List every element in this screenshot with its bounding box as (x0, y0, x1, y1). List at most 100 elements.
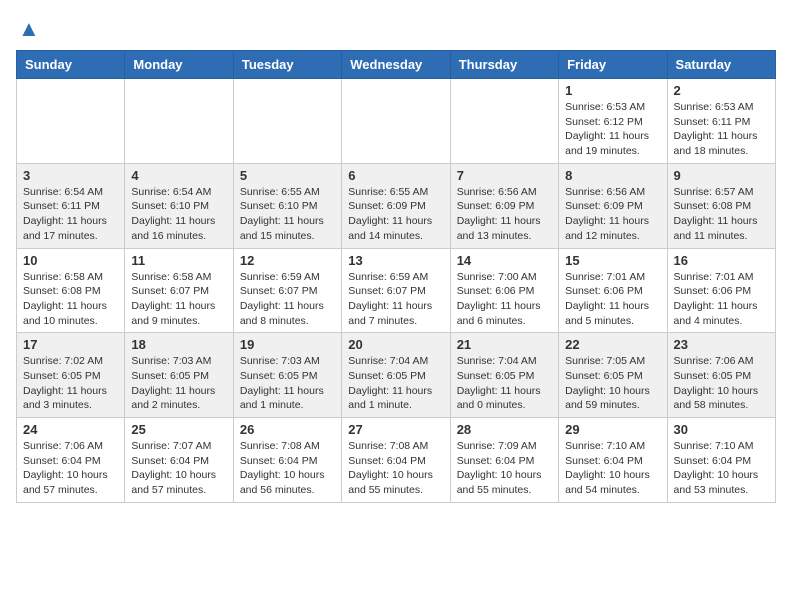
day-header-saturday: Saturday (667, 51, 775, 79)
day-info: Sunrise: 7:04 AMSunset: 6:05 PMDaylight:… (348, 354, 443, 413)
day-info: Sunrise: 7:10 AMSunset: 6:04 PMDaylight:… (674, 439, 769, 498)
day-info: Sunrise: 6:56 AMSunset: 6:09 PMDaylight:… (457, 185, 552, 244)
day-number: 15 (565, 253, 660, 268)
day-number: 22 (565, 337, 660, 352)
day-number: 29 (565, 422, 660, 437)
calendar-table: SundayMondayTuesdayWednesdayThursdayFrid… (16, 50, 776, 503)
calendar-cell: 4 Sunrise: 6:54 AMSunset: 6:10 PMDaylight… (125, 163, 233, 248)
calendar-cell: 27 Sunrise: 7:08 AMSunset: 6:04 PMDayligh… (342, 418, 450, 503)
calendar-cell: 8 Sunrise: 6:56 AMSunset: 6:09 PMDaylight… (559, 163, 667, 248)
calendar-header-row: SundayMondayTuesdayWednesdayThursdayFrid… (17, 51, 776, 79)
day-info: Sunrise: 7:09 AMSunset: 6:04 PMDaylight:… (457, 439, 552, 498)
day-number: 6 (348, 168, 443, 183)
logo: ▲ (16, 16, 40, 42)
day-number: 17 (23, 337, 118, 352)
day-number: 18 (131, 337, 226, 352)
day-info: Sunrise: 7:07 AMSunset: 6:04 PMDaylight:… (131, 439, 226, 498)
day-info: Sunrise: 7:08 AMSunset: 6:04 PMDaylight:… (348, 439, 443, 498)
day-info: Sunrise: 7:08 AMSunset: 6:04 PMDaylight:… (240, 439, 335, 498)
day-number: 24 (23, 422, 118, 437)
day-number: 28 (457, 422, 552, 437)
calendar-cell: 30 Sunrise: 7:10 AMSunset: 6:04 PMDayligh… (667, 418, 775, 503)
day-number: 16 (674, 253, 769, 268)
day-info: Sunrise: 6:58 AMSunset: 6:07 PMDaylight:… (131, 270, 226, 329)
calendar-cell: 2 Sunrise: 6:53 AMSunset: 6:11 PMDaylight… (667, 79, 775, 164)
day-info: Sunrise: 6:54 AMSunset: 6:10 PMDaylight:… (131, 185, 226, 244)
calendar-week-row: 3 Sunrise: 6:54 AMSunset: 6:11 PMDaylight… (17, 163, 776, 248)
day-info: Sunrise: 7:01 AMSunset: 6:06 PMDaylight:… (565, 270, 660, 329)
day-number: 7 (457, 168, 552, 183)
day-number: 19 (240, 337, 335, 352)
day-info: Sunrise: 6:56 AMSunset: 6:09 PMDaylight:… (565, 185, 660, 244)
page-header: ▲ (16, 16, 776, 42)
calendar-cell: 10 Sunrise: 6:58 AMSunset: 6:08 PMDayligh… (17, 248, 125, 333)
day-number: 23 (674, 337, 769, 352)
calendar-cell: 29Sunrise: 7:10 AMSunset: 6:04 PMDayligh… (559, 418, 667, 503)
day-number: 5 (240, 168, 335, 183)
day-number: 25 (131, 422, 226, 437)
calendar-cell: 6Sunrise: 6:55 AMSunset: 6:09 PMDaylight… (342, 163, 450, 248)
calendar-week-row: 10 Sunrise: 6:58 AMSunset: 6:08 PMDayligh… (17, 248, 776, 333)
day-info: Sunrise: 7:03 AMSunset: 6:05 PMDaylight:… (131, 354, 226, 413)
calendar-cell: 5 Sunrise: 6:55 AMSunset: 6:10 PMDaylight… (233, 163, 341, 248)
day-number: 12 (240, 253, 335, 268)
day-number: 30 (674, 422, 769, 437)
calendar-cell: 23 Sunrise: 7:06 AMSunset: 6:05 PMDayligh… (667, 333, 775, 418)
calendar-cell: 15 Sunrise: 7:01 AMSunset: 6:06 PMDayligh… (559, 248, 667, 333)
day-header-monday: Monday (125, 51, 233, 79)
day-info: Sunrise: 7:01 AMSunset: 6:06 PMDaylight:… (674, 270, 769, 329)
day-info: Sunrise: 6:54 AMSunset: 6:11 PMDaylight:… (23, 185, 118, 244)
calendar-cell: 20 Sunrise: 7:04 AMSunset: 6:05 PMDayligh… (342, 333, 450, 418)
day-number: 4 (131, 168, 226, 183)
day-info: Sunrise: 6:59 AMSunset: 6:07 PMDaylight:… (240, 270, 335, 329)
calendar-cell: 16 Sunrise: 7:01 AMSunset: 6:06 PMDayligh… (667, 248, 775, 333)
day-number: 26 (240, 422, 335, 437)
day-info: Sunrise: 7:06 AMSunset: 6:04 PMDaylight:… (23, 439, 118, 498)
day-number: 20 (348, 337, 443, 352)
calendar-week-row: 1 Sunrise: 6:53 AMSunset: 6:12 PMDaylight… (17, 79, 776, 164)
calendar-week-row: 24 Sunrise: 7:06 AMSunset: 6:04 PMDayligh… (17, 418, 776, 503)
day-info: Sunrise: 6:58 AMSunset: 6:08 PMDaylight:… (23, 270, 118, 329)
day-number: 1 (565, 83, 660, 98)
calendar-cell (342, 79, 450, 164)
logo-bird-icon: ▲ (18, 16, 40, 42)
calendar-cell: 17 Sunrise: 7:02 AMSunset: 6:05 PMDayligh… (17, 333, 125, 418)
calendar-cell: 9Sunrise: 6:57 AMSunset: 6:08 PMDaylight… (667, 163, 775, 248)
calendar-cell: 26 Sunrise: 7:08 AMSunset: 6:04 PMDayligh… (233, 418, 341, 503)
calendar-cell: 24 Sunrise: 7:06 AMSunset: 6:04 PMDayligh… (17, 418, 125, 503)
calendar-cell: 12 Sunrise: 6:59 AMSunset: 6:07 PMDayligh… (233, 248, 341, 333)
calendar-cell (450, 79, 558, 164)
day-number: 21 (457, 337, 552, 352)
day-header-thursday: Thursday (450, 51, 558, 79)
calendar-cell: 18 Sunrise: 7:03 AMSunset: 6:05 PMDayligh… (125, 333, 233, 418)
day-number: 14 (457, 253, 552, 268)
calendar-cell: 11Sunrise: 6:58 AMSunset: 6:07 PMDayligh… (125, 248, 233, 333)
day-number: 10 (23, 253, 118, 268)
calendar-cell: 19Sunrise: 7:03 AMSunset: 6:05 PMDayligh… (233, 333, 341, 418)
calendar-cell: 14Sunrise: 7:00 AMSunset: 6:06 PMDayligh… (450, 248, 558, 333)
calendar-cell: 25 Sunrise: 7:07 AMSunset: 6:04 PMDayligh… (125, 418, 233, 503)
day-info: Sunrise: 6:53 AMSunset: 6:12 PMDaylight:… (565, 100, 660, 159)
day-info: Sunrise: 7:05 AMSunset: 6:05 PMDaylight:… (565, 354, 660, 413)
day-number: 8 (565, 168, 660, 183)
day-number: 3 (23, 168, 118, 183)
day-info: Sunrise: 6:57 AMSunset: 6:08 PMDaylight:… (674, 185, 769, 244)
day-number: 13 (348, 253, 443, 268)
day-header-wednesday: Wednesday (342, 51, 450, 79)
day-info: Sunrise: 7:06 AMSunset: 6:05 PMDaylight:… (674, 354, 769, 413)
calendar-cell (125, 79, 233, 164)
day-info: Sunrise: 6:59 AMSunset: 6:07 PMDaylight:… (348, 270, 443, 329)
calendar-week-row: 17 Sunrise: 7:02 AMSunset: 6:05 PMDayligh… (17, 333, 776, 418)
day-info: Sunrise: 6:55 AMSunset: 6:10 PMDaylight:… (240, 185, 335, 244)
day-number: 27 (348, 422, 443, 437)
day-header-sunday: Sunday (17, 51, 125, 79)
calendar-cell: 7 Sunrise: 6:56 AMSunset: 6:09 PMDaylight… (450, 163, 558, 248)
day-number: 2 (674, 83, 769, 98)
day-info: Sunrise: 7:02 AMSunset: 6:05 PMDaylight:… (23, 354, 118, 413)
calendar-cell (17, 79, 125, 164)
calendar-cell: 3 Sunrise: 6:54 AMSunset: 6:11 PMDaylight… (17, 163, 125, 248)
calendar-cell: 1 Sunrise: 6:53 AMSunset: 6:12 PMDaylight… (559, 79, 667, 164)
day-header-tuesday: Tuesday (233, 51, 341, 79)
day-info: Sunrise: 6:53 AMSunset: 6:11 PMDaylight:… (674, 100, 769, 159)
calendar-cell (233, 79, 341, 164)
